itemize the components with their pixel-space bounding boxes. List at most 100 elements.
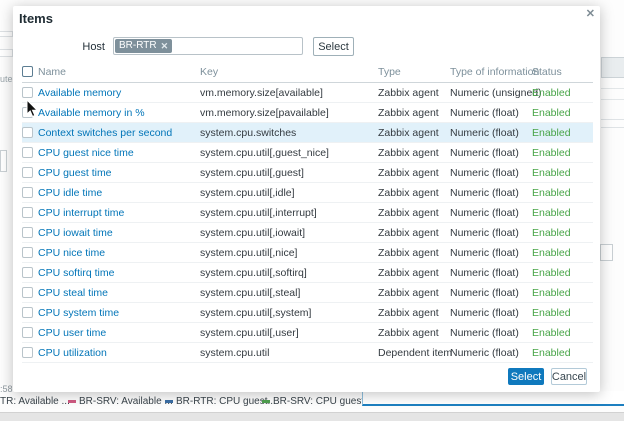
item-type-of-information: Numeric (float) xyxy=(450,267,519,280)
item-status: Enabled xyxy=(532,167,571,180)
item-status: Enabled xyxy=(532,107,571,120)
item-name-link[interactable]: CPU idle time xyxy=(38,187,102,200)
item-type-of-information: Numeric (float) xyxy=(450,347,519,360)
row-checkbox[interactable] xyxy=(22,107,33,118)
row-checkbox[interactable] xyxy=(22,87,33,98)
item-name-link[interactable]: Context switches per second xyxy=(38,127,172,140)
col-header-status: Status xyxy=(532,66,562,79)
item-key: system.cpu.switches xyxy=(200,127,296,140)
item-type-of-information: Numeric (float) xyxy=(450,127,519,140)
item-status: Enabled xyxy=(532,347,571,360)
row-checkbox[interactable] xyxy=(22,307,33,318)
legend-item[interactable]: BR-RTR: CPU guest... xyxy=(165,396,276,407)
cancel-button[interactable]: Cancel xyxy=(551,368,587,385)
item-name-link[interactable]: CPU interrupt time xyxy=(38,207,124,220)
item-name-link[interactable]: CPU system time xyxy=(38,307,119,320)
table-row: CPU system time system.cpu.util[,system]… xyxy=(22,303,593,323)
item-status: Enabled xyxy=(532,127,571,140)
item-name-link[interactable]: CPU softirq time xyxy=(38,267,114,280)
row-checkbox[interactable] xyxy=(22,347,33,358)
select-button[interactable]: Select xyxy=(508,368,544,385)
item-type-of-information: Numeric (unsigned) xyxy=(450,87,542,100)
legend-item[interactable]: BR-SRV: CPU guest... xyxy=(262,396,372,407)
host-multiselect-input[interactable]: BR-RTR ✕ xyxy=(113,37,303,55)
table-header-row: Name Key Type Type of information Status xyxy=(22,62,593,83)
legend-item[interactable]: TR: Available ... xyxy=(0,396,70,407)
item-name-link[interactable]: CPU guest nice time xyxy=(38,147,134,160)
legend-item[interactable]: BR-SRV: Available ... xyxy=(68,396,173,407)
item-type-of-information: Numeric (float) xyxy=(450,247,519,260)
col-header-key: Key xyxy=(200,66,218,79)
row-checkbox[interactable] xyxy=(22,147,33,158)
item-status: Enabled xyxy=(532,147,571,160)
item-name-link[interactable]: Available memory xyxy=(38,87,121,100)
item-type-of-information: Numeric (float) xyxy=(450,307,519,320)
row-checkbox[interactable] xyxy=(22,247,33,258)
bg-time-fragment: :58 xyxy=(0,384,13,394)
table-row: CPU nice time system.cpu.util[,nice] Zab… xyxy=(22,243,593,263)
close-icon[interactable]: ✕ xyxy=(586,8,595,20)
row-checkbox[interactable] xyxy=(22,227,33,238)
legend-color-dash xyxy=(262,400,270,403)
item-key: system.cpu.util[,guest_nice] xyxy=(200,147,329,160)
item-type: Zabbix agent xyxy=(378,127,439,140)
item-key: system.cpu.util[,idle] xyxy=(200,187,295,200)
item-type: Zabbix agent xyxy=(378,247,439,260)
item-type: Zabbix agent xyxy=(378,267,439,280)
row-checkbox[interactable] xyxy=(22,327,33,338)
select-all-checkbox[interactable] xyxy=(22,66,33,77)
table-row: Context switches per second system.cpu.s… xyxy=(22,123,593,143)
bg-box-fragment xyxy=(601,119,624,128)
item-key: system.cpu.util[,steal] xyxy=(200,287,300,300)
item-status: Enabled xyxy=(532,187,571,200)
bg-focused-field xyxy=(362,391,624,406)
legend-label: BR-SRV: Available ... xyxy=(79,396,173,407)
bg-field-fragment xyxy=(0,31,13,37)
row-checkbox[interactable] xyxy=(22,287,33,298)
screen: ute :58 TR: Available ... BR-SRV: Availab… xyxy=(0,0,624,421)
item-status: Enabled xyxy=(532,307,571,320)
item-name-link[interactable]: CPU steal time xyxy=(38,287,108,300)
item-name-link[interactable]: CPU user time xyxy=(38,327,106,340)
item-name-link[interactable]: CPU utilization xyxy=(38,347,107,360)
item-status: Enabled xyxy=(532,87,571,100)
chip-remove-icon[interactable]: ✕ xyxy=(161,40,169,52)
bg-box-fragment xyxy=(0,150,7,172)
row-checkbox[interactable] xyxy=(22,127,33,138)
item-key: system.cpu.util[,system] xyxy=(200,307,311,320)
item-type-of-information: Numeric (float) xyxy=(450,287,519,300)
item-type: Zabbix agent xyxy=(378,107,439,120)
item-type-of-information: Numeric (float) xyxy=(450,107,519,120)
item-type: Zabbix agent xyxy=(378,147,439,160)
table-row: CPU steal time system.cpu.util[,steal] Z… xyxy=(22,283,593,303)
item-status: Enabled xyxy=(532,287,571,300)
item-name-link[interactable]: CPU guest time xyxy=(38,167,112,180)
host-chip: BR-RTR ✕ xyxy=(115,39,172,53)
table-row: CPU user time system.cpu.util[,user] Zab… xyxy=(22,323,593,343)
bg-line-fragment xyxy=(601,88,624,89)
item-key: system.cpu.util[,softirq] xyxy=(200,267,307,280)
dialog-title: Items xyxy=(19,11,53,26)
table-row: Available memory vm.memory.size[availabl… xyxy=(22,83,593,103)
item-type-of-information: Numeric (float) xyxy=(450,147,519,160)
item-name-link[interactable]: CPU iowait time xyxy=(38,227,113,240)
item-type: Zabbix agent xyxy=(378,287,439,300)
bg-line-fragment xyxy=(601,99,624,100)
item-status: Enabled xyxy=(532,207,571,220)
table-row: CPU iowait time system.cpu.util[,iowait]… xyxy=(22,223,593,243)
col-header-info: Type of information xyxy=(450,66,539,79)
item-type-of-information: Numeric (float) xyxy=(450,187,519,200)
host-select-button[interactable]: Select xyxy=(313,37,354,56)
item-key: system.cpu.util xyxy=(200,347,269,360)
row-checkbox[interactable] xyxy=(22,167,33,178)
bg-text-fragment: ute xyxy=(0,74,13,84)
row-checkbox[interactable] xyxy=(22,187,33,198)
page-bottom-bar xyxy=(0,412,624,421)
item-name-link[interactable]: Available memory in % xyxy=(38,107,145,120)
row-checkbox[interactable] xyxy=(22,207,33,218)
host-chip-label: BR-RTR xyxy=(119,40,157,52)
item-type: Zabbix agent xyxy=(378,327,439,340)
table-row: CPU guest time system.cpu.util[,guest] Z… xyxy=(22,163,593,183)
row-checkbox[interactable] xyxy=(22,267,33,278)
item-name-link[interactable]: CPU nice time xyxy=(38,247,105,260)
